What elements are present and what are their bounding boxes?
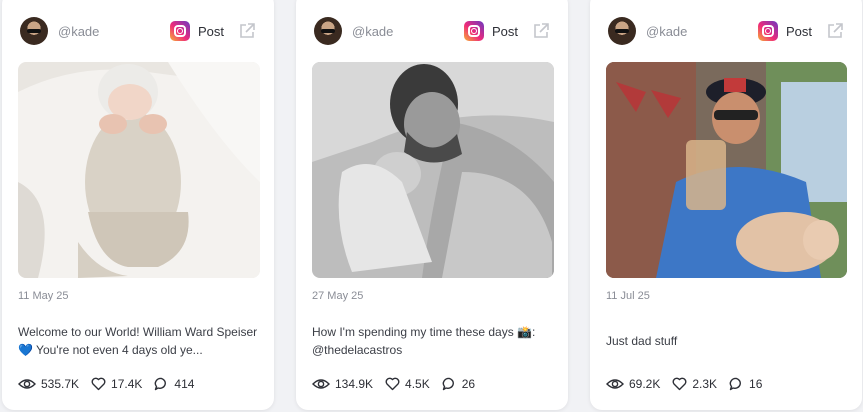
avatar[interactable] [20, 17, 48, 45]
comment-icon [729, 377, 741, 391]
post-card[interactable]: @kade Post 11 May 25 Welcome to our Worl… [2, 0, 274, 410]
eye-icon [312, 379, 330, 389]
post-stats: 69.2K 2.3K 16 [606, 377, 774, 391]
post-card[interactable]: @kade Post 27 May 25 How I'm spending my… [296, 0, 568, 410]
post-date: 27 May 25 [312, 290, 364, 302]
likes-stat: 2.3K [672, 377, 717, 391]
post-link[interactable]: Post [463, 21, 550, 41]
comments-count: 26 [461, 377, 476, 391]
post-link[interactable]: Post [169, 21, 256, 41]
post-date: 11 May 25 [18, 290, 69, 302]
views-count: 69.2K [629, 377, 661, 391]
views-stat: 134.9K [312, 377, 373, 391]
comment-icon [442, 377, 454, 391]
card-header: @kade Post [608, 16, 844, 46]
heart-icon [385, 377, 400, 391]
instagram-icon [757, 21, 778, 41]
card-header: @kade Post [20, 16, 256, 46]
likes-count: 2.3K [692, 377, 718, 391]
instagram-icon [463, 21, 484, 41]
post-photo[interactable] [606, 62, 847, 278]
likes-count: 4.5K [405, 377, 430, 391]
card-header: @kade Post [314, 16, 550, 46]
external-link-icon[interactable] [826, 22, 844, 40]
likes-count: 17.4K [111, 377, 143, 391]
profile-handle[interactable]: @kade [352, 24, 393, 39]
post-photo[interactable] [18, 62, 260, 278]
comments-stat: 26 [442, 377, 475, 391]
post-caption: How I'm spending my time these days 📸: @… [312, 325, 536, 357]
comment-icon [155, 377, 167, 391]
comments-stat: 16 [729, 377, 762, 391]
post-date: 11 Jul 25 [606, 290, 650, 302]
post-stats: 535.7K 17.4K 414 [18, 377, 206, 391]
eye-icon [606, 379, 624, 389]
profile-handle[interactable]: @kade [646, 24, 687, 39]
post-caption: Welcome to our World! William Ward Speis… [18, 325, 258, 357]
views-count: 134.9K [335, 377, 374, 391]
profile-handle[interactable]: @kade [58, 24, 99, 39]
avatar[interactable] [314, 17, 342, 45]
comments-count: 16 [749, 377, 763, 391]
comments-stat: 414 [154, 377, 194, 391]
likes-stat: 17.4K [91, 377, 142, 391]
instagram-icon [169, 21, 190, 41]
post-label[interactable]: Post [786, 24, 812, 39]
post-caption: Just dad stuff [606, 334, 678, 348]
post-card[interactable]: @kade Post 11 Jul 25 Just dad stuff 69.2… [590, 0, 862, 410]
post-label[interactable]: Post [492, 24, 518, 39]
eye-icon [18, 379, 36, 389]
views-count: 535.7K [41, 377, 80, 391]
comments-count: 414 [174, 377, 195, 391]
post-photo[interactable] [312, 62, 554, 278]
external-link-icon[interactable] [238, 22, 256, 40]
heart-icon [672, 377, 687, 391]
post-label[interactable]: Post [198, 24, 224, 39]
avatar[interactable] [608, 17, 636, 45]
external-link-icon[interactable] [532, 22, 550, 40]
post-link[interactable]: Post [757, 21, 844, 41]
likes-stat: 4.5K [385, 377, 430, 391]
post-stats: 134.9K 4.5K 26 [312, 377, 487, 391]
heart-icon [91, 377, 106, 391]
views-stat: 535.7K [18, 377, 79, 391]
views-stat: 69.2K [606, 377, 660, 391]
